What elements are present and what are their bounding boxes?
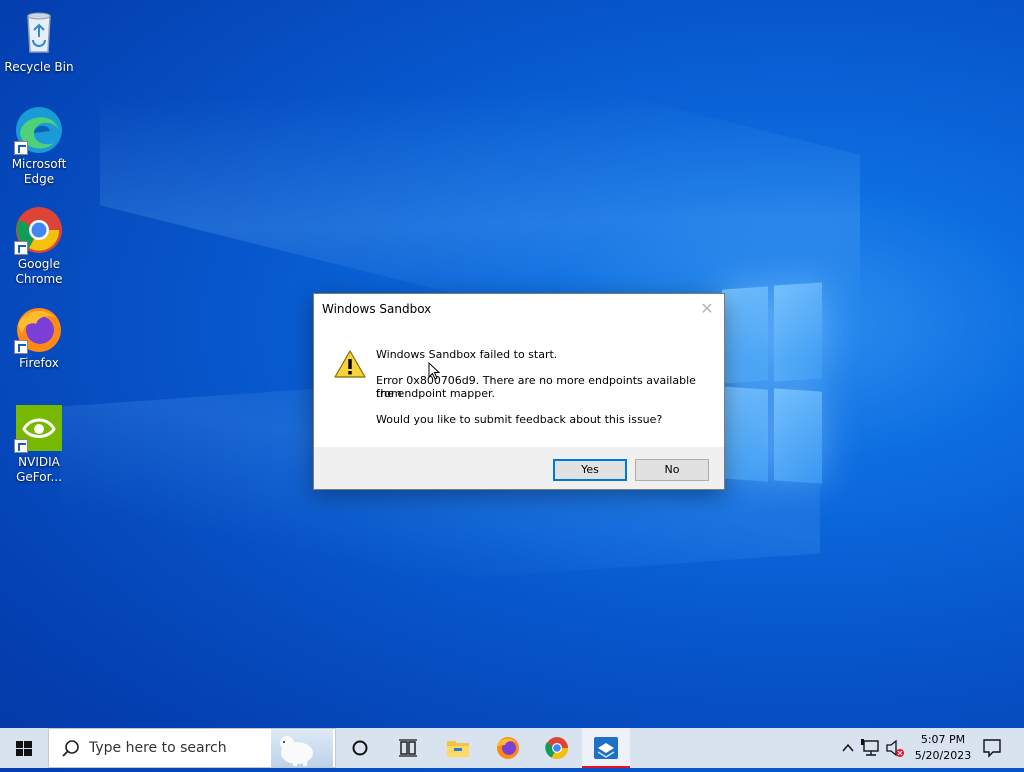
desktop-icon-label: Google Chrome (15, 257, 63, 286)
search-highlight-image (271, 729, 333, 767)
close-icon[interactable]: ✕ (696, 298, 718, 320)
volume-muted-icon[interactable] (884, 728, 906, 768)
warning-icon (334, 349, 366, 379)
desktop-icon-label: NVIDIA GeFor... (16, 455, 62, 484)
windows-sandbox-icon (594, 737, 618, 759)
nvidia-icon (14, 403, 64, 453)
yes-button[interactable]: Yes (553, 459, 627, 481)
desktop-icon-firefox[interactable]: Firefox (4, 304, 74, 371)
search-icon (62, 740, 79, 757)
chrome-icon (14, 205, 64, 255)
shortcut-arrow-icon (14, 439, 28, 453)
file-explorer-icon (447, 741, 469, 757)
taskbar-chrome[interactable] (533, 728, 581, 768)
desktop-icon-edge[interactable]: Microsoft Edge (4, 105, 74, 187)
clock-date: 5/20/2023 (914, 749, 972, 762)
shortcut-arrow-icon (14, 141, 28, 155)
chevron-up-icon[interactable] (838, 728, 858, 768)
no-button[interactable]: No (635, 459, 709, 481)
start-button[interactable] (0, 728, 48, 768)
network-icon[interactable] (860, 728, 882, 768)
desktop-icon-label: Recycle Bin (4, 60, 74, 74)
desktop-icon-nvidia[interactable]: NVIDIA GeFor... (4, 403, 74, 485)
notification-icon (983, 739, 1001, 758)
taskbar-windows-sandbox[interactable] (582, 728, 630, 768)
edge-icon (14, 105, 64, 155)
taskbar-firefox[interactable] (484, 728, 532, 768)
error-dialog: Windows Sandbox ✕ Windows Sandbox failed… (313, 293, 725, 490)
shortcut-arrow-icon (14, 241, 28, 255)
taskbar-file-explorer[interactable] (434, 728, 482, 768)
desktop-icon-label: Firefox (19, 356, 59, 370)
shortcut-arrow-icon (14, 340, 28, 354)
task-view-icon (399, 739, 417, 757)
windows-start-icon (16, 741, 32, 756)
desktop-icon-label: Microsoft Edge (11, 157, 67, 186)
desktop-icon-chrome[interactable]: Google Chrome (4, 205, 74, 287)
clock-time: 5:07 PM (920, 733, 966, 746)
chrome-icon (545, 737, 568, 759)
firefox-icon (497, 737, 519, 759)
desktop-icon-recycle-bin[interactable]: Recycle Bin (4, 8, 74, 75)
dialog-message: Windows Sandbox failed to start. (376, 348, 558, 361)
taskbar-task-view[interactable] (384, 728, 432, 768)
taskbar-search-box[interactable]: Type here to search (48, 728, 336, 768)
taskbar: Type here to search 5:07 PM 5/20/2023 (0, 728, 1024, 768)
dialog-error-line: the endpoint mapper. (376, 387, 496, 400)
mouse-cursor-icon (428, 361, 441, 380)
taskbar-clock[interactable]: 5:07 PM 5/20/2023 (912, 732, 974, 764)
taskbar-cortana[interactable] (336, 728, 384, 768)
action-center-button[interactable] (970, 728, 1014, 768)
recycle-bin-icon (14, 8, 64, 58)
search-placeholder: Type here to search (89, 740, 227, 756)
wallpaper-windows-logo (722, 282, 824, 484)
dialog-title: Windows Sandbox (322, 302, 432, 316)
dialog-question: Would you like to submit feedback about … (376, 413, 663, 426)
dialog-button-bar: Yes No (314, 447, 724, 489)
firefox-icon (14, 304, 64, 354)
cortana-icon (352, 740, 368, 756)
